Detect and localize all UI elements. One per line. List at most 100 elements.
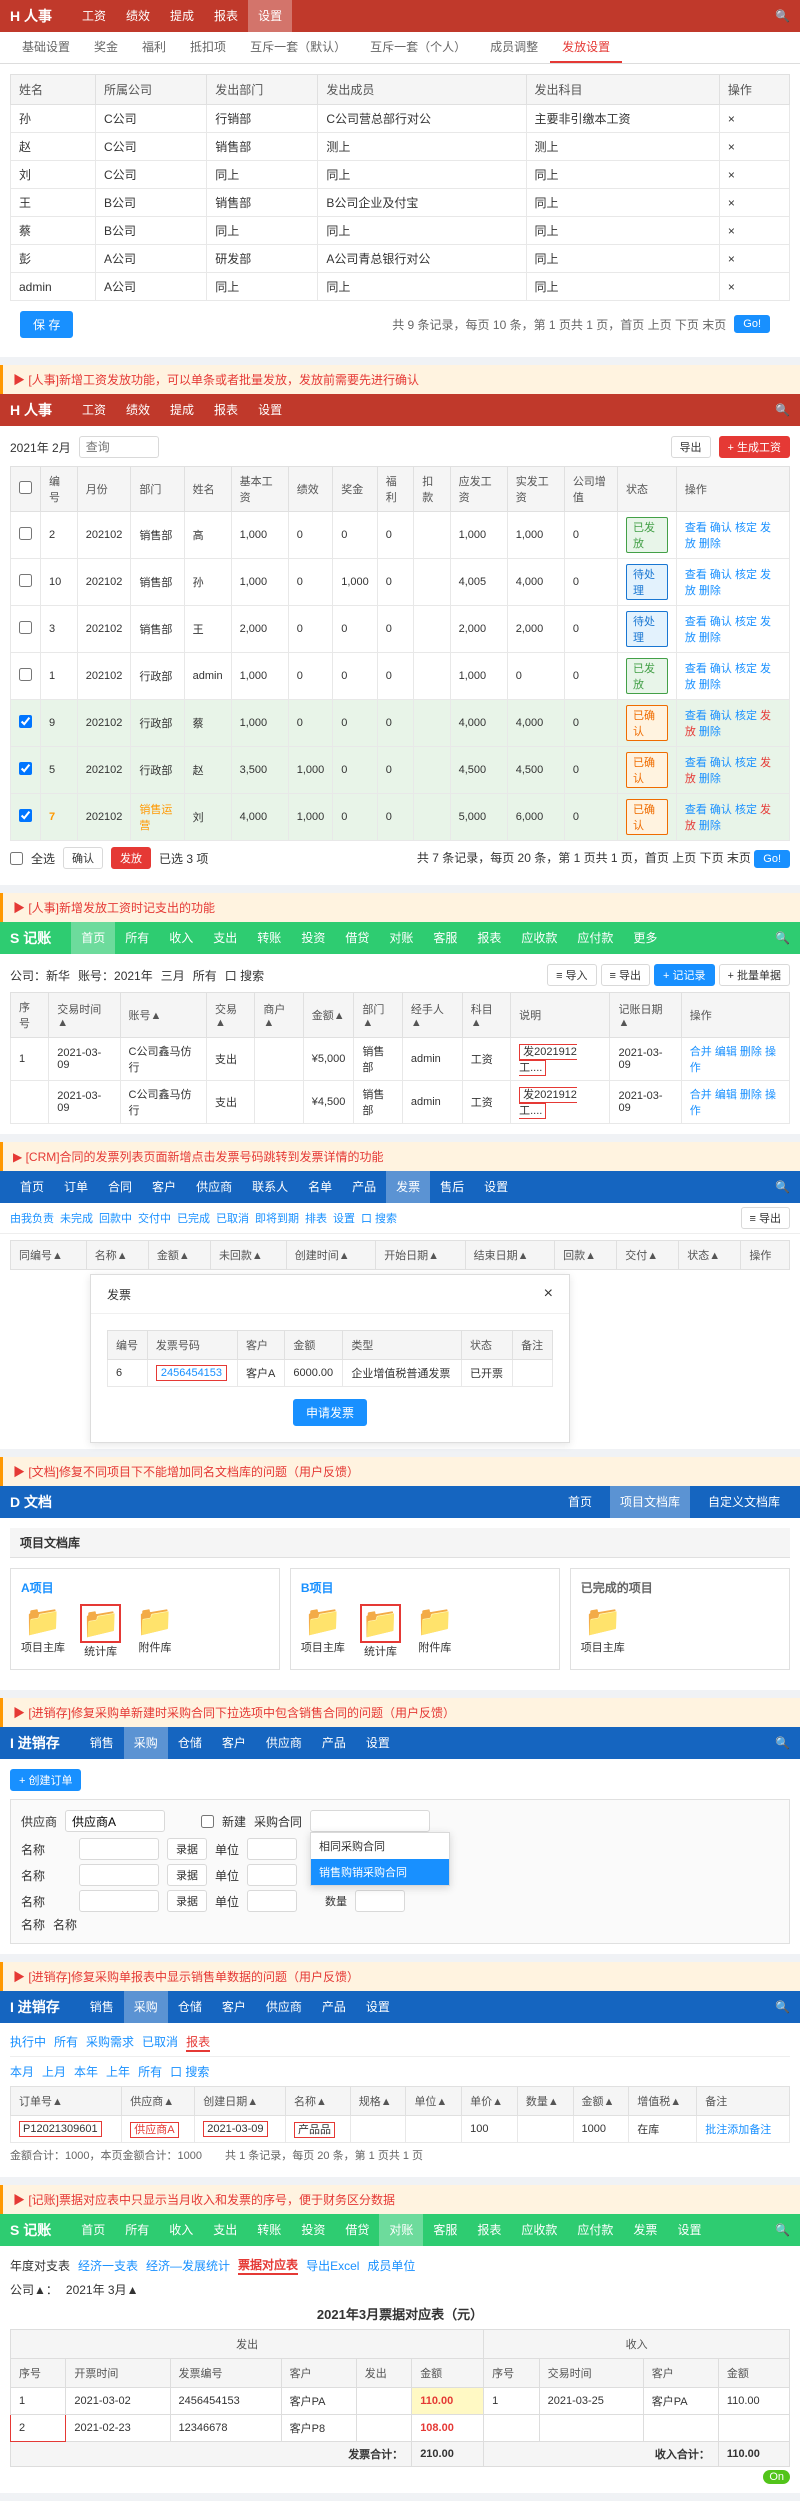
crm-customer[interactable]: 客户 — [142, 1171, 186, 1203]
cell-del[interactable]: × — [719, 273, 789, 301]
subnav-payout-settings[interactable]: 发放设置 — [550, 32, 622, 63]
product-name-input-2[interactable] — [79, 1864, 159, 1886]
payout-button[interactable]: 发放 — [111, 847, 151, 869]
filter-lastyear[interactable]: 上年 — [106, 2063, 130, 2080]
ledger-service-2[interactable]: 客服 — [423, 2214, 467, 2246]
own-tab[interactable]: 所有 — [193, 967, 217, 984]
doc-home[interactable]: 首页 — [558, 1486, 602, 1518]
crm-supplier[interactable]: 供应商 — [186, 1171, 242, 1203]
nav-loan[interactable]: 借贷 — [335, 922, 379, 954]
search-icon[interactable]: 🔍 — [775, 9, 790, 23]
confirm-button[interactable]: 确认 — [63, 847, 103, 869]
nav-comm-2[interactable]: 提成 — [160, 394, 204, 426]
supplier-input[interactable] — [65, 1810, 165, 1832]
ledger-income-2[interactable]: 收入 — [159, 2214, 203, 2246]
go-button-2[interactable]: Go! — [754, 850, 790, 868]
search-icon-7[interactable]: 🔍 — [775, 2223, 790, 2237]
nav-reconcile[interactable]: 对账 — [379, 922, 423, 954]
completed[interactable]: 已完成 — [177, 1210, 210, 1226]
expiring-soon[interactable]: 即将到期 — [255, 1210, 299, 1226]
generate-wage-button[interactable]: + 生成工资 — [719, 436, 790, 458]
import-button[interactable]: ≡ 导入 — [547, 964, 596, 986]
inv-purchase[interactable]: 采购 — [124, 1727, 168, 1759]
cell-del[interactable]: × — [719, 161, 789, 189]
nav-performance[interactable]: 绩效 — [116, 0, 160, 32]
tab-all[interactable]: 所有 — [54, 2033, 78, 2052]
settings[interactable]: 设置 — [333, 1210, 355, 1226]
inv-sale[interactable]: 销售 — [80, 1727, 124, 1759]
create-order-button[interactable]: + 创建订单 — [10, 1769, 81, 1791]
ledger-transfer-2[interactable]: 转账 — [247, 2214, 291, 2246]
crm-invoice[interactable]: 发票 — [386, 1171, 430, 1203]
crm-contract[interactable]: 合同 — [98, 1171, 142, 1203]
add-unit-btn-2[interactable]: 录据 — [167, 1864, 207, 1886]
ledger-invest-2[interactable]: 投资 — [291, 2214, 335, 2246]
nav-all[interactable]: 所有 — [115, 922, 159, 954]
ledger-reconcile-2[interactable]: 对账 — [379, 2214, 423, 2246]
delivering[interactable]: 交付中 — [138, 1210, 171, 1226]
tab-executing[interactable]: 执行中 — [10, 2033, 46, 2052]
ledger-all-2[interactable]: 所有 — [115, 2214, 159, 2246]
row-checkbox[interactable] — [19, 527, 32, 540]
search-input[interactable] — [79, 436, 159, 458]
crm-home[interactable]: 首页 — [10, 1171, 54, 1203]
ledger-tab-year[interactable]: 经济一支表 — [78, 2257, 138, 2274]
modal-close-button[interactable]: × — [544, 1285, 553, 1303]
nav-transfer[interactable]: 转账 — [247, 922, 291, 954]
inv-warehouse[interactable]: 仓储 — [168, 1727, 212, 1759]
nav-more[interactable]: 更多 — [623, 922, 667, 954]
nav-income[interactable]: 收入 — [159, 922, 203, 954]
inv-product-2[interactable]: 产品 — [312, 1991, 356, 2023]
folder-attach-a[interactable]: 📁 附件库 — [136, 1604, 173, 1659]
ledger-home-2[interactable]: 首页 — [71, 2214, 115, 2246]
add-record-button[interactable]: + 记记录 — [654, 964, 714, 986]
add-unit-btn-3[interactable]: 录据 — [167, 1890, 207, 1912]
subnav-mutex-default[interactable]: 互斥一套（默认） — [238, 32, 358, 63]
new-checkbox[interactable] — [201, 1815, 214, 1828]
export-crm[interactable]: ≡ 导出 — [741, 1207, 790, 1229]
crm-settings[interactable]: 设置 — [474, 1171, 518, 1203]
nav-reports[interactable]: 报表 — [467, 922, 511, 954]
cancelled[interactable]: 已取消 — [216, 1210, 249, 1226]
search-icon-2[interactable]: 🔍 — [775, 403, 790, 417]
inv-customer[interactable]: 客户 — [212, 1727, 256, 1759]
ledger-receivable-2[interactable]: 应收款 — [511, 2214, 567, 2246]
nav-settings-2[interactable]: 设置 — [248, 394, 292, 426]
nav-payable[interactable]: 应付款 — [567, 922, 623, 954]
nav-wage[interactable]: 工资 — [72, 0, 116, 32]
row-checkbox[interactable] — [19, 715, 32, 728]
filter-search[interactable]: 口 搜索 — [170, 2063, 209, 2080]
unit-input-2[interactable] — [247, 1864, 297, 1886]
nav-perf-2[interactable]: 绩效 — [116, 394, 160, 426]
ledger-tab-invoice[interactable]: 票据对应表 — [238, 2256, 298, 2275]
collecting[interactable]: 回款中 — [99, 1210, 132, 1226]
nav-settings[interactable]: 设置 — [248, 0, 292, 32]
inv-supplier[interactable]: 供应商 — [256, 1727, 312, 1759]
filter-all[interactable]: 所有 — [138, 2063, 162, 2080]
ledger-settings-2[interactable]: 设置 — [667, 2214, 711, 2246]
subnav-bonus[interactable]: 奖金 — [82, 32, 130, 63]
inv-settings-2[interactable]: 设置 — [356, 1991, 400, 2023]
inv-settings[interactable]: 设置 — [356, 1727, 400, 1759]
product-name-input-3[interactable] — [79, 1890, 159, 1912]
row-checkbox[interactable] — [19, 668, 32, 681]
cell-del[interactable]: × — [719, 105, 789, 133]
select-all-cb-footer[interactable] — [10, 852, 23, 865]
subnav-welfare[interactable]: 福利 — [130, 32, 178, 63]
crm-list[interactable]: 名单 — [298, 1171, 342, 1203]
subnav-member-adjust[interactable]: 成员调整 — [478, 32, 550, 63]
排表[interactable]: 排表 — [305, 1210, 327, 1226]
add-unit-btn-1[interactable]: 录据 — [167, 1838, 207, 1860]
by-me[interactable]: 由我负责 — [10, 1210, 54, 1226]
crm-aftersale[interactable]: 售后 — [430, 1171, 474, 1203]
tab-demand[interactable]: 采购需求 — [86, 2033, 134, 2052]
nav-commission[interactable]: 提成 — [160, 0, 204, 32]
folder-project-main-b[interactable]: 📁 项目主库 — [301, 1604, 345, 1659]
unit-input-1[interactable] — [247, 1838, 297, 1860]
folder-stats-b[interactable]: 📁 统计库 — [360, 1604, 401, 1659]
cell-del[interactable]: × — [719, 245, 789, 273]
cell-del[interactable]: × — [719, 217, 789, 245]
search-toggle-2[interactable]: 口 搜索 — [361, 1210, 397, 1226]
nav-report[interactable]: 报表 — [204, 0, 248, 32]
go-button[interactable]: Go! — [734, 315, 770, 333]
